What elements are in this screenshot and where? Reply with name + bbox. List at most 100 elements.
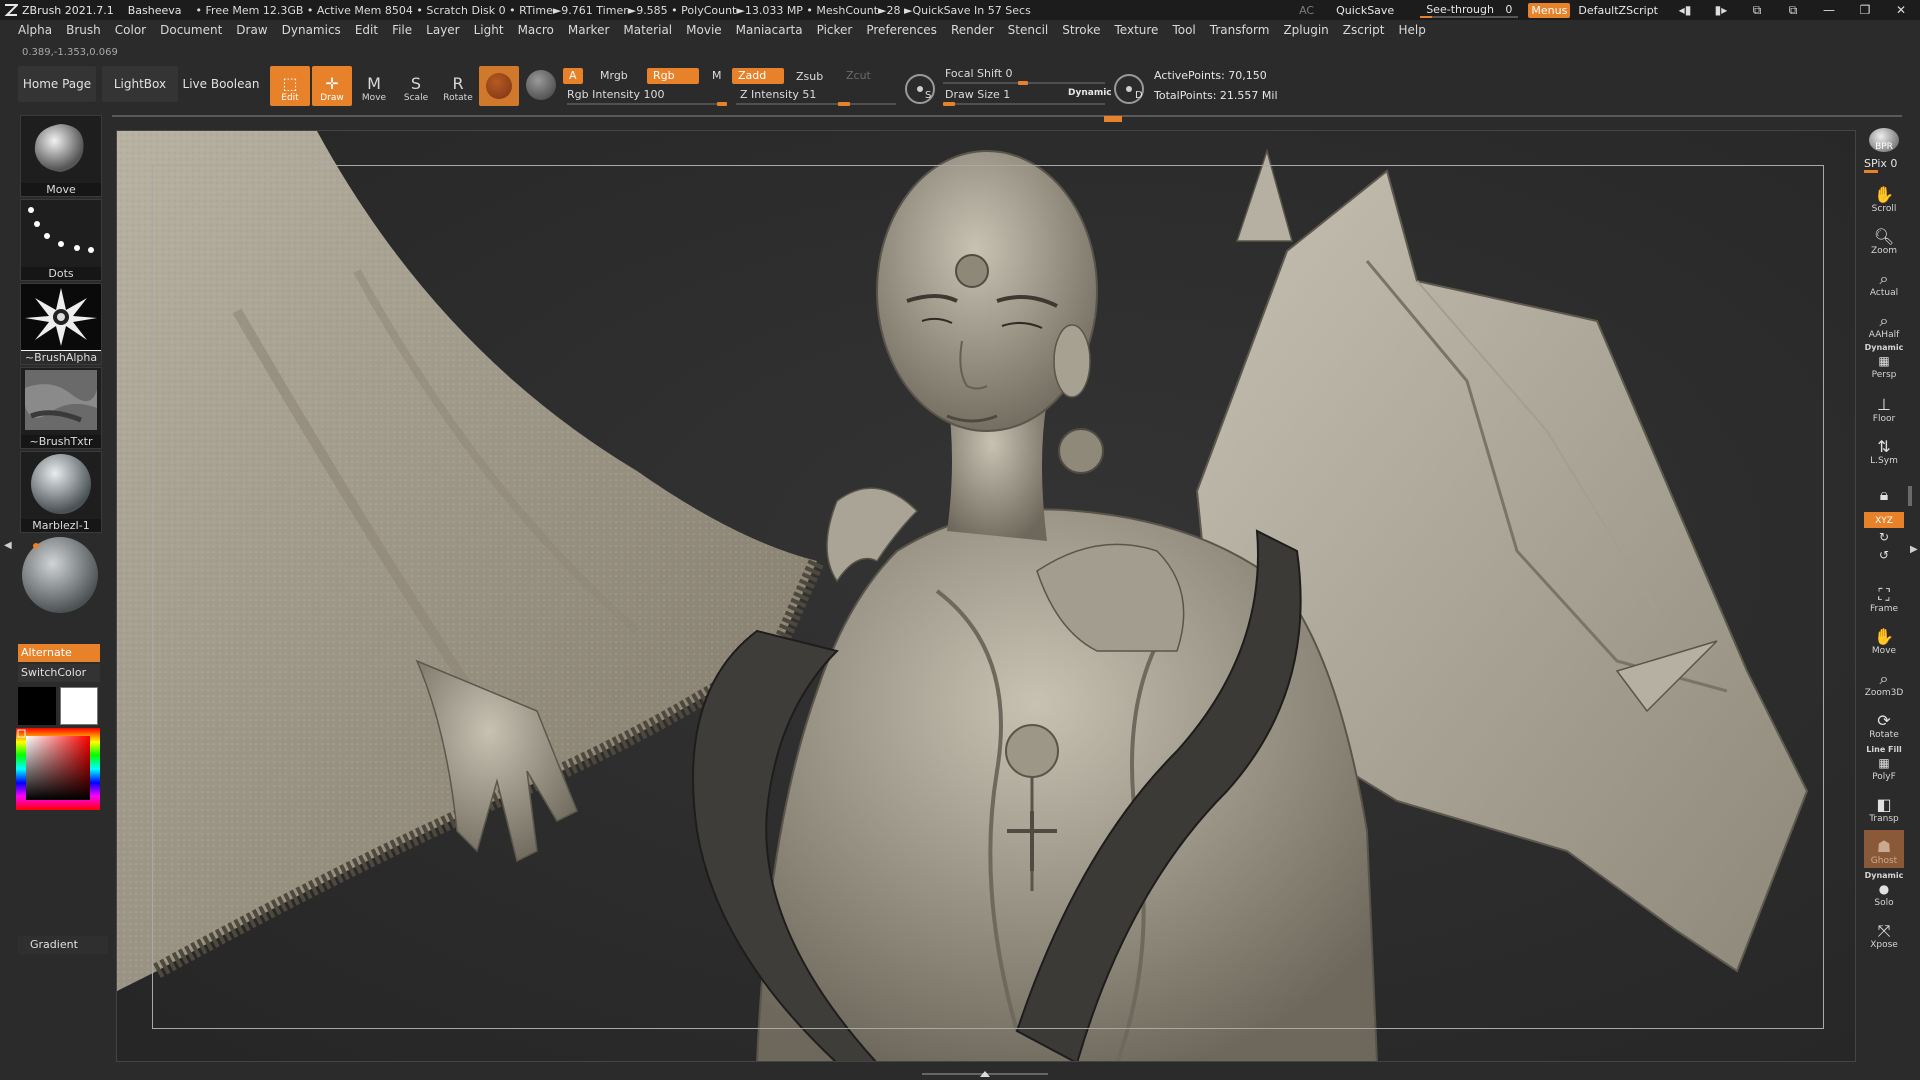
dynamic-size-toggle[interactable]: Dynamic — [1068, 88, 1112, 98]
xyz-button[interactable]: XYZ — [1864, 512, 1904, 528]
bottom-tray-handle[interactable] — [922, 1068, 1048, 1077]
menu-zscript[interactable]: Zscript — [1343, 23, 1385, 37]
main-color-swatch[interactable] — [18, 687, 56, 725]
actual-button[interactable]: ⌕ Actual — [1864, 262, 1904, 300]
zcut-toggle[interactable]: Zcut — [840, 68, 877, 84]
rgb-intensity-slider[interactable] — [567, 103, 727, 105]
material-swatch-button[interactable] — [479, 66, 519, 106]
menu-draw[interactable]: Draw — [236, 23, 267, 37]
z-intensity-slider[interactable] — [736, 103, 896, 105]
a-toggle[interactable]: A — [563, 68, 583, 84]
zoom-button[interactable]: 🔍︎ Zoom — [1864, 220, 1904, 258]
layout-restore-icon[interactable]: ⧉ — [1780, 3, 1806, 18]
menu-file[interactable]: File — [392, 23, 412, 37]
zsub-toggle[interactable]: Zsub — [790, 69, 829, 85]
alternate-button[interactable]: Alternate — [18, 644, 100, 662]
menu-layer[interactable]: Layer — [426, 23, 459, 37]
draw-button[interactable]: ✛ Draw — [312, 66, 352, 106]
collapse-left-icon[interactable]: ◀ — [4, 540, 12, 551]
gradient-button[interactable]: Gradient — [18, 936, 108, 954]
persp-button[interactable]: Dynamic ▦ Persp — [1864, 343, 1904, 382]
transp-button[interactable]: ◧ Transp — [1864, 788, 1904, 826]
menus-button[interactable]: Menus — [1528, 2, 1571, 18]
bpr-button[interactable]: BPR — [1864, 116, 1904, 154]
color-picker[interactable] — [16, 728, 100, 810]
solo-button[interactable]: Dynamic ● Solo — [1864, 871, 1904, 910]
menu-render[interactable]: Render — [951, 23, 994, 37]
menu-document[interactable]: Document — [160, 23, 222, 37]
quicksave-button[interactable]: QuickSave — [1332, 4, 1398, 17]
menu-stencil[interactable]: Stencil — [1008, 23, 1049, 37]
menu-macro[interactable]: Macro — [518, 23, 554, 37]
close-icon[interactable]: ✕ — [1888, 3, 1914, 17]
scroll-button[interactable]: ✋ Scroll — [1864, 178, 1904, 216]
xpose-button[interactable]: ⤧ Xpose — [1864, 914, 1904, 952]
polyframe-button[interactable]: Line Fill ▦ PolyF — [1864, 745, 1904, 784]
layout-left-icon[interactable]: ◂▮ — [1672, 3, 1698, 17]
local-symmetry-button[interactable]: ⇅ L.Sym — [1864, 430, 1904, 468]
menu-stroke[interactable]: Stroke — [1062, 23, 1100, 37]
zoom3d-button[interactable]: ⌕ Zoom3D — [1864, 662, 1904, 700]
matcap-sphere-icon[interactable] — [526, 70, 556, 100]
menu-transform[interactable]: Transform — [1210, 23, 1270, 37]
menu-marker[interactable]: Marker — [568, 23, 609, 37]
live-boolean-button[interactable]: Live Boolean — [182, 66, 260, 102]
rotate-z-button[interactable]: ↺ — [1864, 548, 1904, 566]
menu-movie[interactable]: Movie — [686, 23, 722, 37]
menu-dynamics[interactable]: Dynamics — [282, 23, 341, 37]
draw-size-slider[interactable] — [943, 103, 1105, 105]
home-page-button[interactable]: Home Page — [18, 66, 96, 102]
see-through-slider[interactable]: See-through 0 — [1420, 3, 1519, 18]
rotate-button[interactable]: R Rotate — [438, 66, 478, 106]
menu-texture[interactable]: Texture — [1115, 23, 1159, 37]
layout-right-icon[interactable]: ▮▸ — [1708, 3, 1734, 17]
floor-button[interactable]: ⊥ Floor — [1864, 388, 1904, 426]
menu-picker[interactable]: Picker — [817, 23, 853, 37]
scale-button[interactable]: S Scale — [396, 66, 436, 106]
document-canvas[interactable] — [116, 130, 1856, 1062]
frame-button[interactable]: ⛶ Frame — [1864, 578, 1904, 616]
spix-slider[interactable]: SPix 0 — [1864, 157, 1897, 170]
brush-thumbnail[interactable]: Move — [20, 115, 102, 197]
rotate-view-button[interactable]: ⟳ Rotate — [1864, 704, 1904, 742]
rgb-toggle[interactable]: Rgb — [647, 68, 699, 84]
rgb-intensity-label: Rgb Intensity 100 — [567, 88, 665, 101]
right-scrollbar[interactable] — [1908, 486, 1912, 506]
collapse-right-icon[interactable]: ▶ — [1910, 544, 1918, 555]
zadd-toggle[interactable]: Zadd — [732, 68, 784, 84]
persp-label: Persp — [1871, 370, 1897, 380]
menu-maniacarta[interactable]: Maniacarta — [736, 23, 803, 37]
menu-brush[interactable]: Brush — [66, 23, 101, 37]
menu-tool[interactable]: Tool — [1172, 23, 1195, 37]
alpha-thumbnail[interactable]: ~BrushAlpha — [20, 283, 102, 365]
minimize-icon[interactable]: — — [1816, 3, 1842, 17]
document-frame — [152, 165, 1824, 1029]
secondary-color-swatch[interactable] — [60, 687, 98, 725]
menu-alpha[interactable]: Alpha — [18, 23, 52, 37]
zoom3d-label: Zoom3D — [1864, 688, 1904, 698]
menu-help[interactable]: Help — [1398, 23, 1425, 37]
move-view-button[interactable]: ✋ Move — [1864, 620, 1904, 658]
lock-button[interactable]: 🔒︎ — [1864, 468, 1904, 506]
menu-color[interactable]: Color — [115, 23, 146, 37]
lightbox-button[interactable]: LightBox — [102, 66, 178, 102]
matcap-preview[interactable] — [20, 536, 102, 616]
default-zscript-button[interactable]: DefaultZScript — [1574, 4, 1662, 17]
switch-color-button[interactable]: SwitchColor — [18, 664, 100, 682]
edit-button[interactable]: ⬚ Edit — [270, 66, 310, 106]
layout-switch-icon[interactable]: ⧉ — [1744, 3, 1770, 18]
material-thumbnail[interactable]: MarblezI-1 — [20, 451, 102, 533]
m-toggle[interactable]: M — [706, 68, 728, 84]
menu-edit[interactable]: Edit — [355, 23, 378, 37]
menu-preferences[interactable]: Preferences — [866, 23, 937, 37]
maximize-icon[interactable]: ❐ — [1852, 3, 1878, 17]
menu-zplugin[interactable]: Zplugin — [1283, 23, 1328, 37]
aahalf-button[interactable]: ⌕ AAHalf — [1864, 304, 1904, 342]
menu-material[interactable]: Material — [623, 23, 672, 37]
menu-light[interactable]: Light — [474, 23, 504, 37]
texture-thumbnail[interactable]: ~BrushTxtr — [20, 367, 102, 449]
ghost-button[interactable]: ☗ Ghost — [1864, 830, 1904, 868]
move-button[interactable]: M Move — [354, 66, 394, 106]
stroke-thumbnail[interactable]: Dots — [20, 199, 102, 281]
mrgb-toggle[interactable]: Mrgb — [594, 68, 634, 84]
